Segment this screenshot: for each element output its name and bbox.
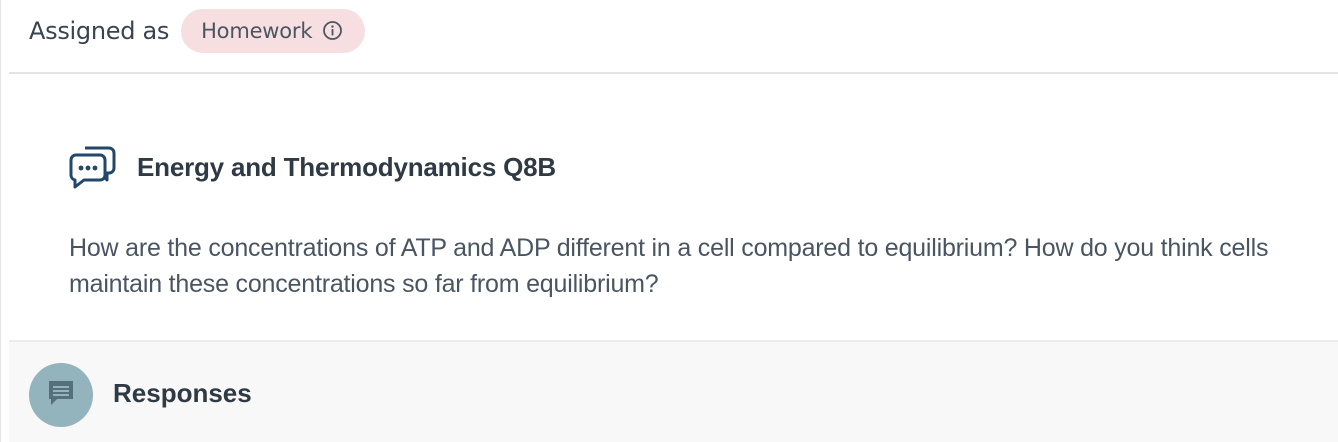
badge-label: Homework (201, 18, 313, 43)
comment-icon (46, 378, 76, 412)
homework-badge[interactable]: Homework (181, 8, 366, 53)
assigned-bar: Assigned as Homework (9, 0, 1338, 74)
assignment-panel: Assigned as Homework Energy and Thermody… (0, 0, 1338, 442)
question-text: How are the concentrations of ATP and AD… (69, 234, 1269, 298)
question-title: Energy and Thermodynamics Q8B (137, 151, 556, 182)
question-header: Energy and Thermodynamics Q8B (69, 144, 556, 190)
info-icon[interactable] (322, 20, 343, 41)
responses-avatar (29, 363, 93, 427)
discussion-icon (69, 144, 117, 190)
responses-title: Responses (113, 378, 252, 408)
assigned-label: Assigned as (29, 16, 170, 45)
question-card: Energy and Thermodynamics Q8B How are th… (9, 74, 1338, 342)
responses-section: Responses (9, 342, 1338, 442)
